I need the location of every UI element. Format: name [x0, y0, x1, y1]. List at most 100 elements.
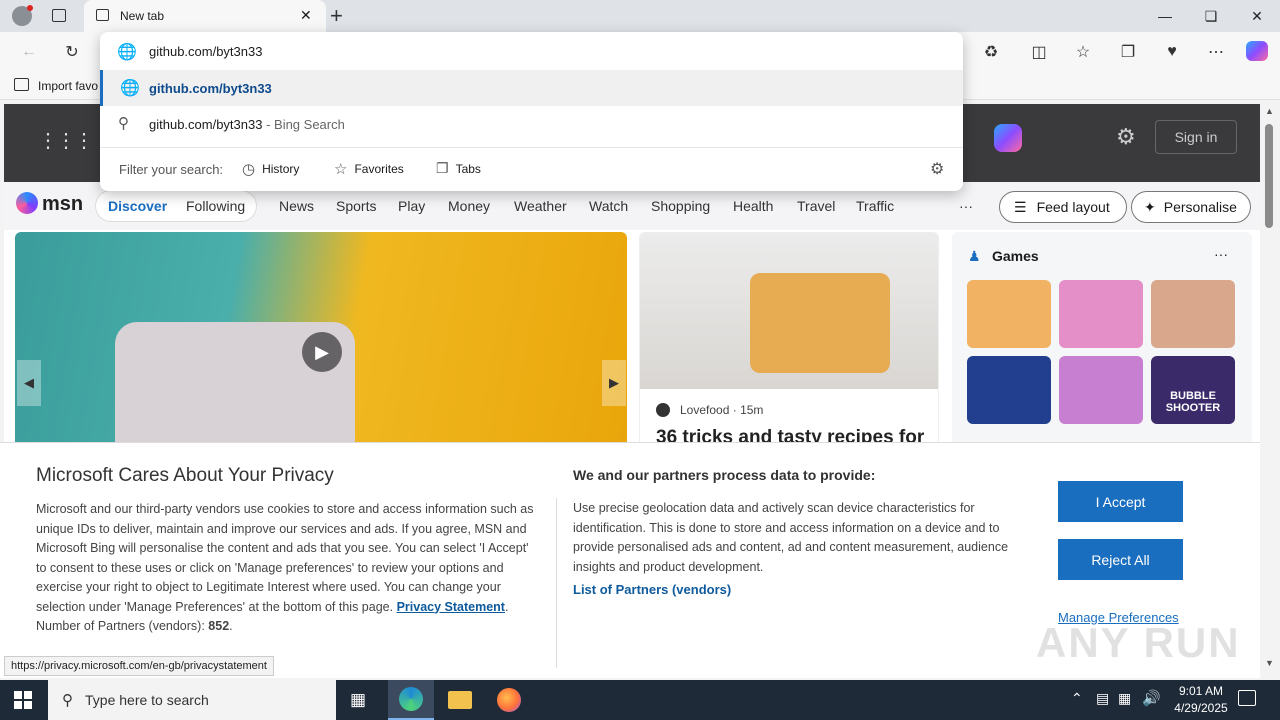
personalise-label: Personalise	[1163, 199, 1237, 215]
suggestion-url[interactable]: 🌐 github.com/byt3n33	[100, 70, 963, 106]
vendors-label: Number of Partners (vendors):	[36, 619, 205, 633]
browser-essentials-icon[interactable]: ♥	[1157, 38, 1187, 66]
play-icon[interactable]: ▶	[302, 332, 342, 372]
suggestion-bing-search[interactable]: ⚲ github.com/byt3n33 - Bing Search	[100, 106, 963, 142]
extensions-icon[interactable]: ♻	[976, 38, 1006, 66]
tab-actions-icon[interactable]	[52, 9, 66, 22]
taskbar: ⚲ Type here to search ▦ ⌃ ▤ ▦ 🔊 9:01 AM …	[0, 680, 1280, 720]
bubble-shooter-label: BUBBLE SHOOTER	[1165, 390, 1221, 414]
article-card[interactable]: Lovefood · 15m 36 tricks and tasty recip…	[639, 232, 939, 452]
article-source: Lovefood · 15m	[680, 403, 764, 417]
watermark: ANY RUN	[1036, 619, 1241, 666]
carousel-next-icon[interactable]: ▶	[602, 360, 626, 406]
partners-body: Use precise geolocation data and activel…	[573, 501, 1009, 574]
games-more-button[interactable]: ···	[1214, 246, 1228, 262]
edge-taskbar-icon[interactable]	[388, 680, 434, 720]
divider	[100, 147, 963, 148]
minimize-button[interactable]: —	[1142, 0, 1188, 32]
sign-in-button[interactable]: Sign in	[1155, 120, 1237, 154]
connection-icon[interactable]: ▦	[1118, 690, 1131, 707]
split-screen-icon[interactable]: ◫	[1024, 38, 1054, 66]
import-favorites-link[interactable]: Import favo	[38, 79, 98, 93]
hero-video-card[interactable]: ▶ ◀ ▶	[15, 232, 627, 452]
clock-date[interactable]: 4/29/2025	[1166, 701, 1236, 715]
restore-button[interactable]: ❏	[1188, 0, 1234, 32]
reject-all-button[interactable]: Reject All	[1058, 539, 1183, 580]
game-tile[interactable]	[967, 280, 1051, 348]
suggestion-search-suffix: - Bing Search	[262, 116, 345, 132]
file-explorer-icon[interactable]	[448, 691, 472, 709]
nav-news[interactable]: News	[279, 198, 314, 214]
history-icon: ◷	[242, 161, 256, 178]
nav-play[interactable]: Play	[398, 198, 425, 214]
tab-new-tab[interactable]: New tab ✕	[84, 0, 326, 32]
volume-icon[interactable]: 🔊	[1142, 689, 1161, 707]
filter-favorites[interactable]: ☆ Favorites	[334, 160, 404, 178]
tab-close-icon[interactable]: ✕	[300, 7, 312, 24]
close-window-button[interactable]: ✕	[1234, 0, 1280, 32]
accept-button[interactable]: I Accept	[1058, 481, 1183, 522]
tabs-icon: ❐	[436, 160, 449, 176]
msn-logo-icon[interactable]	[16, 192, 38, 214]
nav-discover[interactable]: Discover	[108, 198, 167, 214]
tab-page-icon	[96, 9, 109, 21]
import-favorites-icon[interactable]	[14, 78, 29, 91]
profile-notification-dot	[27, 5, 33, 11]
vendors-count: 852	[208, 619, 230, 633]
scroll-down-icon[interactable]: ▼	[1265, 658, 1274, 668]
nav-travel[interactable]: Travel	[797, 198, 835, 214]
task-view-icon[interactable]: ▦	[350, 690, 366, 710]
nav-more-button[interactable]: ···	[959, 198, 973, 214]
nav-sports[interactable]: Sports	[336, 198, 376, 214]
copilot-icon[interactable]	[1246, 41, 1268, 61]
nav-traffic[interactable]: Traffic	[856, 198, 894, 214]
show-hidden-icons[interactable]: ⌃	[1071, 690, 1083, 707]
page-scrollbar[interactable]: ▲ ▼	[1262, 104, 1276, 676]
nav-health[interactable]: Health	[733, 198, 773, 214]
game-tile[interactable]	[967, 356, 1051, 424]
nav-shopping[interactable]: Shopping	[651, 198, 710, 214]
nav-money[interactable]: Money	[448, 198, 490, 214]
privacy-statement-link[interactable]: Privacy Statement	[397, 600, 505, 614]
personalise-button[interactable]: ✦ Personalise	[1131, 191, 1251, 223]
nav-weather[interactable]: Weather	[514, 198, 567, 214]
gear-icon[interactable]: ⚙	[930, 159, 944, 179]
nav-watch[interactable]: Watch	[589, 198, 628, 214]
settings-more-icon[interactable]: ⋯	[1201, 38, 1231, 66]
msn-settings-icon[interactable]: ⚙	[1116, 124, 1136, 150]
search-icon: ⚲	[118, 115, 129, 132]
back-button[interactable]: ←	[14, 38, 44, 66]
filter-tabs[interactable]: ❐ Tabs	[436, 160, 481, 177]
clock-time[interactable]: 9:01 AM	[1172, 684, 1230, 698]
filter-tabs-label: Tabs	[455, 161, 481, 176]
notifications-icon[interactable]	[1238, 690, 1256, 706]
filter-history[interactable]: ◷ History	[242, 160, 299, 178]
games-icon: ♟	[968, 248, 981, 264]
copilot-search-icon[interactable]	[994, 124, 1022, 152]
game-tile[interactable]	[1151, 280, 1235, 348]
new-tab-button[interactable]: +	[330, 3, 343, 29]
feed-layout-button[interactable]: ☰ Feed layout	[999, 191, 1127, 223]
app-launcher-icon[interactable]: ⋮⋮⋮	[38, 128, 94, 153]
sliders-icon: ☰	[1014, 198, 1027, 215]
carousel-prev-icon[interactable]: ◀	[17, 360, 41, 406]
firefox-icon[interactable]	[497, 688, 521, 712]
privacy-body: Microsoft and our third-party vendors us…	[36, 502, 534, 633]
favorites-icon[interactable]: ☆	[1068, 38, 1098, 66]
partners-list-link[interactable]: List of Partners (vendors)	[573, 582, 731, 597]
game-tile-bubble-shooter[interactable]: BUBBLE SHOOTER	[1151, 356, 1235, 424]
game-tile[interactable]	[1059, 356, 1143, 424]
address-bar-input[interactable]	[100, 32, 963, 70]
scroll-up-icon[interactable]: ▲	[1265, 106, 1274, 116]
taskbar-search-box[interactable]: ⚲ Type here to search	[48, 680, 336, 720]
games-title: Games	[992, 248, 1039, 264]
scrollbar-thumb[interactable]	[1265, 124, 1273, 228]
collections-icon[interactable]: ❐	[1113, 38, 1143, 66]
game-tile[interactable]	[1059, 280, 1143, 348]
start-button[interactable]	[14, 691, 32, 709]
refresh-button[interactable]: ↻	[57, 38, 87, 66]
network-icon[interactable]: ▤	[1096, 690, 1109, 707]
nav-following[interactable]: Following	[186, 198, 245, 214]
tab-title: New tab	[120, 9, 165, 23]
msn-logo[interactable]: msn	[42, 193, 83, 216]
